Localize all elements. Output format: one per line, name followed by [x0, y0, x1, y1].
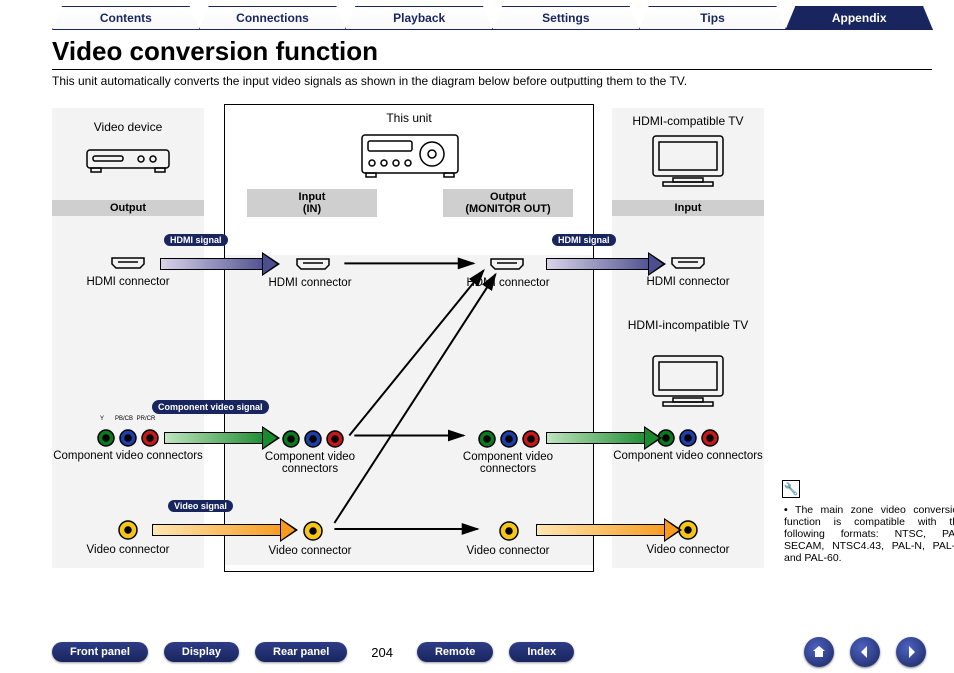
tab-settings[interactable]: Settings	[492, 6, 640, 30]
front-panel-button[interactable]: Front panel	[52, 642, 148, 662]
right-hdmi-label: HDMI connector	[612, 276, 764, 288]
hdmi-arrow-right	[546, 254, 654, 274]
back-button[interactable]	[850, 637, 880, 667]
display-button[interactable]: Display	[164, 642, 239, 662]
rca-pr-label: PR/CR	[136, 416, 156, 422]
hdmi-tv-label: HDMI-compatible TV	[612, 114, 764, 128]
internal-signal-arrows	[225, 105, 593, 571]
component-arrow-right	[546, 428, 650, 448]
left-component-label: Component video connectors	[52, 450, 204, 462]
left-hdmi-label: HDMI connector	[52, 276, 204, 288]
hdmi-arrow-left	[160, 254, 268, 274]
top-tabs: Contents Connections Playback Settings T…	[52, 6, 932, 30]
right-video-label: Video connector	[612, 544, 764, 556]
tab-playback[interactable]: Playback	[345, 6, 493, 30]
wrench-icon: 🔧	[782, 480, 800, 498]
hdmi-signal-pill-right: HDMI signal	[552, 234, 616, 246]
component-signal-pill: Component video signal	[152, 400, 269, 414]
video-arrow-right	[536, 520, 670, 540]
video-port-icon	[118, 520, 138, 540]
video-arrow-left	[152, 520, 286, 540]
left-output-label: Output	[52, 200, 204, 216]
diagram: Video device Output HDMI connector Compo…	[52, 104, 922, 596]
page-title: Video conversion function	[52, 36, 932, 70]
hdmi-incompatible-tv-label: HDMI-incompatible TV	[612, 318, 764, 332]
video-device-icon	[85, 144, 171, 174]
rear-panel-button[interactable]: Rear panel	[255, 642, 347, 662]
right-input-label: Input	[612, 200, 764, 216]
tv-component-icon	[656, 428, 720, 448]
rca-y-label: Y	[92, 416, 112, 422]
tv-hdmi-icon	[670, 256, 706, 270]
right-component-label: Component video connectors	[612, 450, 764, 462]
tv-icon	[649, 132, 727, 188]
forward-button[interactable]	[896, 637, 926, 667]
video-device-label: Video device	[52, 120, 204, 134]
remote-button[interactable]: Remote	[417, 642, 493, 662]
component-arrow-left	[164, 428, 268, 448]
home-button[interactable]	[804, 637, 834, 667]
page-number: 204	[363, 645, 401, 660]
bottom-nav: Front panel Display Rear panel 204 Remot…	[0, 635, 954, 669]
tab-contents[interactable]: Contents	[52, 6, 200, 30]
hdmi-port-icon	[110, 256, 146, 270]
tab-appendix[interactable]: Appendix	[785, 6, 933, 30]
left-video-label: Video connector	[52, 544, 204, 556]
tab-connections[interactable]: Connections	[199, 6, 347, 30]
component-ports-icon	[96, 428, 160, 448]
note-text: The main zone video conversion function …	[784, 504, 954, 564]
hdmi-signal-pill-left: HDMI signal	[164, 234, 228, 246]
tv2-icon	[649, 352, 727, 408]
tab-tips[interactable]: Tips	[639, 6, 787, 30]
rca-pb-label: PB/CB	[114, 416, 134, 422]
intro-text: This unit automatically converts the inp…	[52, 74, 932, 88]
video-signal-pill: Video signal	[168, 500, 233, 512]
index-button[interactable]: Index	[509, 642, 574, 662]
